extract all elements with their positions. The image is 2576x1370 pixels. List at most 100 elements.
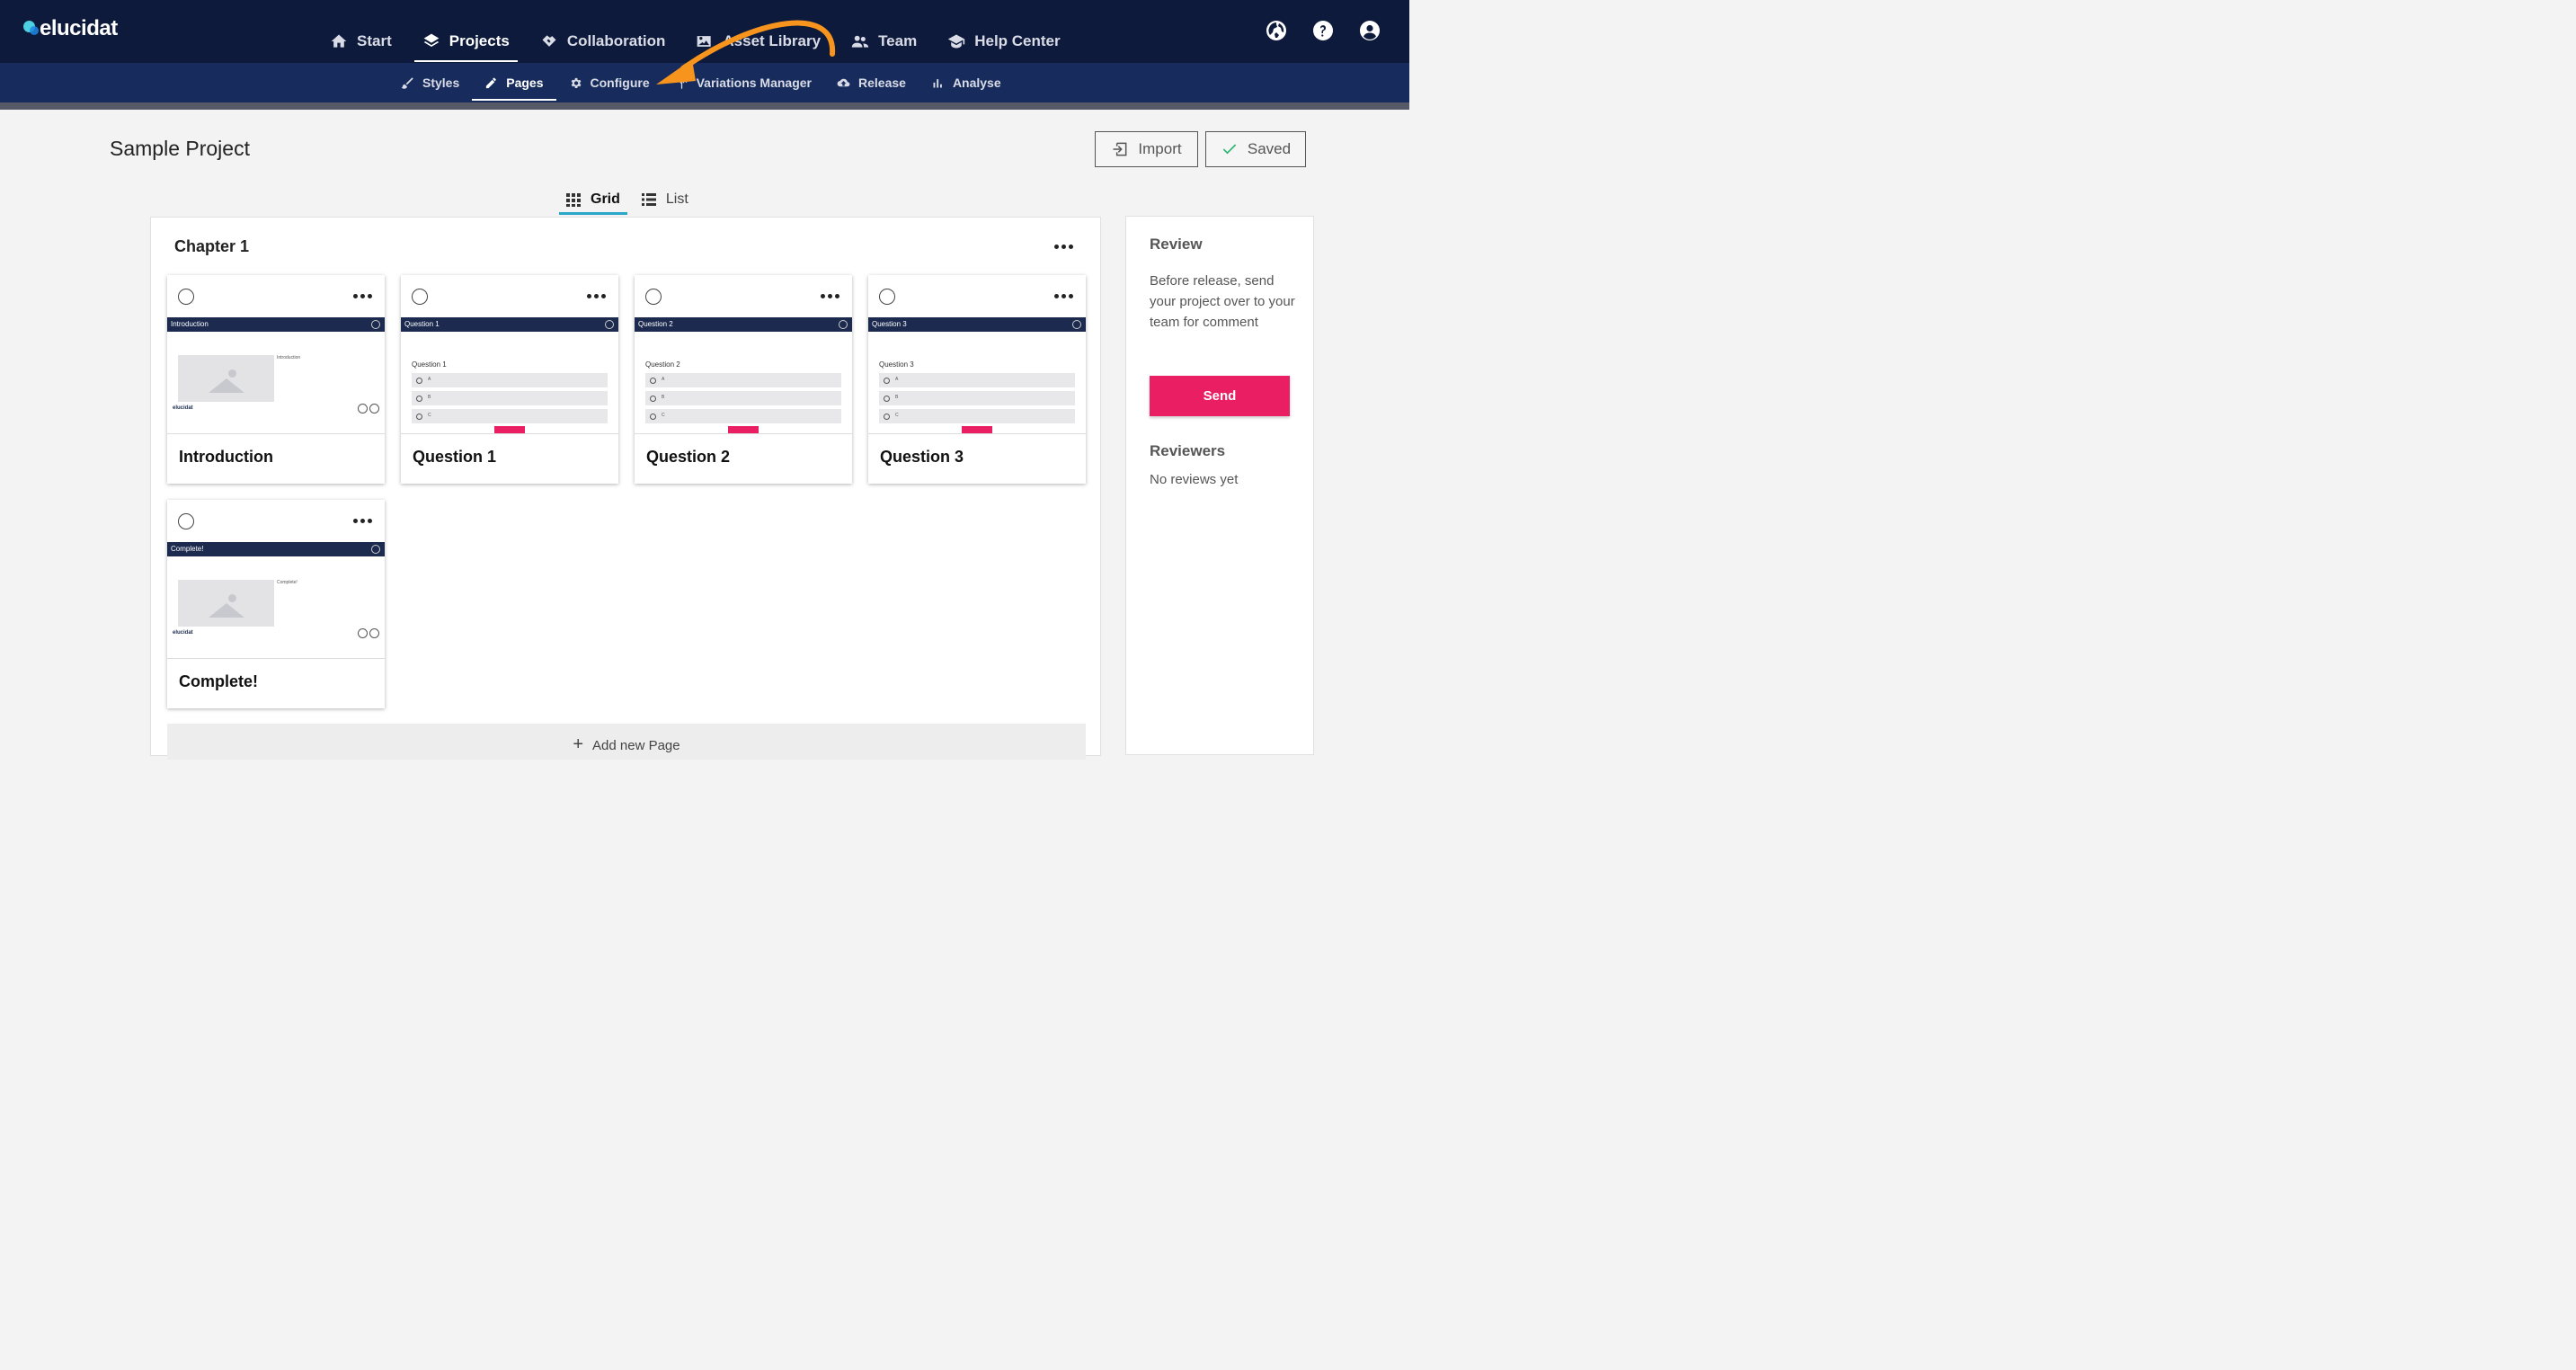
main-nav: Start Projects Collaboration Asset Libra…	[315, 22, 1076, 62]
thumbnail-option: B	[645, 391, 841, 405]
import-label: Import	[1138, 140, 1182, 157]
page-name: Question 2	[646, 448, 731, 466]
nav-item-label: Asset Library	[723, 32, 822, 49]
checkmark-icon	[1222, 144, 1237, 155]
thumbnail-submit-button	[494, 426, 525, 433]
account-icon[interactable]	[1359, 20, 1381, 41]
subnav-item-label: Pages	[506, 76, 544, 90]
split-icon	[676, 77, 687, 89]
thumbnail-title: Question 3	[872, 320, 907, 328]
subnav-item-analyse[interactable]: Analyse	[919, 63, 1014, 102]
thumbnail-question: Question 1	[412, 360, 447, 369]
page-thumbnail[interactable]: Question 3 Question 3 A B C	[868, 317, 1086, 434]
review-title: Review	[1150, 236, 1203, 253]
chapter-title: Chapter 1	[174, 237, 250, 255]
saved-label: Saved	[1247, 140, 1292, 157]
add-new-page-button[interactable]: + Add new Page	[167, 724, 1086, 760]
select-radio[interactable]	[178, 289, 194, 305]
page-thumbnail[interactable]: Complete! Complete! elucidat	[167, 542, 385, 659]
menu-circle-icon	[371, 545, 380, 554]
thumbnail-option: C	[645, 409, 841, 423]
subnav-item-styles[interactable]: Styles	[388, 63, 472, 102]
nav-item-projects[interactable]: Projects	[407, 22, 525, 62]
bar-chart-icon	[933, 78, 942, 87]
send-button[interactable]: Send	[1150, 376, 1290, 416]
nav-item-collaboration[interactable]: Collaboration	[525, 22, 681, 61]
chapter-panel: Chapter 1 Introduction Introduction eluc…	[150, 217, 1101, 760]
card-more-icon[interactable]	[1054, 294, 1073, 298]
subnav-item-label: Release	[858, 76, 906, 90]
thumbnail-option: B	[412, 391, 608, 405]
import-button[interactable]: Import	[1095, 131, 1198, 167]
nav-item-start[interactable]: Start	[315, 22, 407, 61]
card-more-icon[interactable]	[821, 294, 839, 298]
page-name: Introduction	[179, 448, 273, 466]
thumbnail-question: Question 3	[879, 360, 914, 369]
nav-item-label: Start	[357, 32, 392, 49]
menu-circle-icon	[839, 320, 848, 329]
nav-item-team[interactable]: Team	[836, 22, 932, 61]
thumbnail-submit-button	[728, 426, 759, 433]
thumbnail-header: Complete!	[167, 542, 385, 556]
subnav-item-label: Configure	[590, 76, 650, 90]
nav-item-asset-library[interactable]: Asset Library	[680, 22, 836, 61]
thumbnail-header: Question 3	[868, 317, 1086, 332]
select-radio[interactable]	[645, 289, 662, 305]
thumbnail-title: Question 2	[638, 320, 673, 328]
menu-circle-icon	[371, 320, 380, 329]
subnav-item-configure[interactable]: Configure	[556, 63, 662, 102]
page-thumbnail[interactable]: Introduction Introduction elucidat	[167, 317, 385, 434]
thumbnail-brand: elucidat	[173, 405, 193, 411]
image-placeholder-icon	[178, 355, 274, 402]
thumbnail-title: Question 1	[404, 320, 440, 328]
reviewers-title: Reviewers	[1150, 442, 1226, 459]
people-icon	[851, 35, 869, 48]
page-card-question-2[interactable]: Question 2 Question 2 A B C Question 2	[635, 275, 852, 484]
tab-grid[interactable]: Grid	[559, 184, 627, 215]
pencil-icon	[486, 77, 496, 88]
card-more-icon[interactable]	[353, 519, 372, 523]
thumbnail-title: Complete!	[171, 545, 204, 553]
chapter-more-icon[interactable]	[1054, 245, 1073, 249]
subnav-item-pages[interactable]: Pages	[472, 63, 556, 102]
nav-item-help-center[interactable]: Help Center	[932, 22, 1075, 61]
review-panel: Review Before release, send your project…	[1125, 216, 1314, 755]
nav-item-label: Help Center	[974, 32, 1061, 49]
nav-item-label: Collaboration	[566, 32, 666, 49]
nav-item-label: Team	[878, 32, 918, 49]
page-card-question-3[interactable]: Question 3 Question 3 A B C Question 3	[868, 275, 1086, 484]
menu-circle-icon	[1072, 320, 1081, 329]
layers-icon	[423, 33, 440, 47]
top-navigation-bar: elucidat Start Projects Collaboration As…	[0, 0, 1409, 63]
page-thumbnail[interactable]: Question 2 Question 2 A B C	[635, 317, 852, 434]
page-thumbnail[interactable]: Question 1 Question 1 A B C	[401, 317, 618, 434]
page-card-question-1[interactable]: Question 1 Question 1 A B C Question 1	[401, 275, 618, 484]
grid-icon	[566, 193, 581, 207]
gear-icon	[571, 77, 581, 88]
thumbnail-submit-button	[962, 426, 992, 433]
elucidat-logo[interactable]: elucidat	[23, 16, 118, 41]
saved-button[interactable]: Saved	[1205, 131, 1306, 167]
card-more-icon[interactable]	[353, 294, 372, 298]
select-radio[interactable]	[412, 289, 428, 305]
thumbnail-caption: Complete!	[277, 580, 298, 585]
select-radio[interactable]	[879, 289, 895, 305]
card-more-icon[interactable]	[587, 294, 606, 298]
thumbnail-option: C	[412, 409, 608, 423]
globe-icon[interactable]	[1266, 20, 1287, 41]
page-card-introduction[interactable]: Introduction Introduction elucidat Intro…	[167, 275, 385, 484]
tab-list[interactable]: List	[635, 184, 696, 215]
page-card-complete[interactable]: Complete! Complete! elucidat Complete!	[167, 500, 385, 708]
project-sub-navigation: Styles Pages Configure Variations Manage…	[0, 63, 1409, 102]
select-radio[interactable]	[178, 513, 194, 529]
nav-item-label: Projects	[449, 32, 510, 49]
help-icon[interactable]	[1312, 20, 1334, 41]
page-title: Sample Project	[110, 137, 250, 160]
subnav-item-release[interactable]: Release	[824, 63, 919, 102]
subnav-item-variations-manager[interactable]: Variations Manager	[662, 63, 824, 102]
thumbnail-option: A	[412, 373, 608, 387]
reviewers-empty-text: No reviews yet	[1150, 472, 1239, 487]
thumbnail-nav-icons	[358, 404, 379, 414]
thumbnail-option: A	[879, 373, 1075, 387]
review-description: Before release, send your project over t…	[1150, 273, 1295, 330]
